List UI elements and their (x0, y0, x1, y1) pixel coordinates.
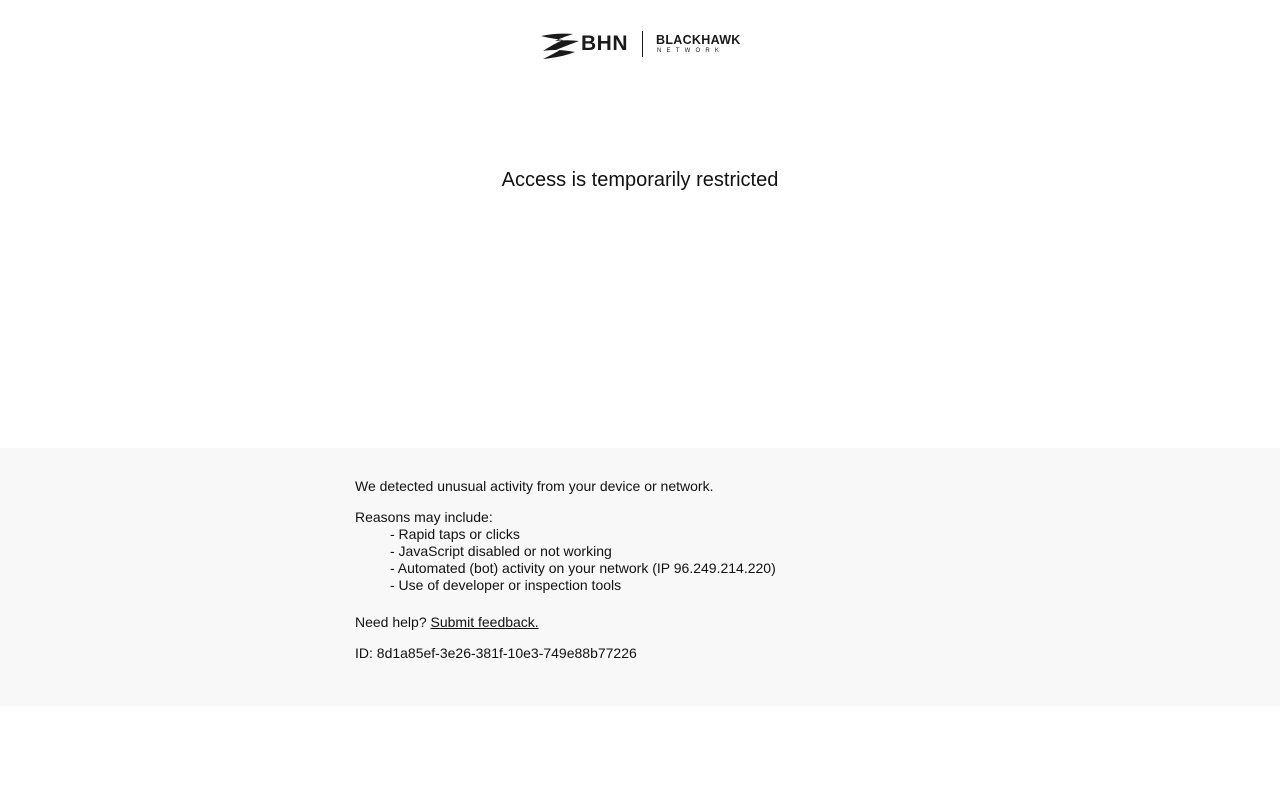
bird-icon (541, 33, 579, 59)
page-title: Access is temporarily restricted (501, 169, 779, 191)
reason-item: - Use of developer or inspection tools (390, 577, 622, 593)
reasons-list: - Rapid taps or clicks - JavaScript disa… (355, 526, 955, 594)
request-id: ID: 8d1a85ef-3e26-381f-10e3-749e88b77226 (355, 645, 637, 661)
logo-blackhawk-text: BLACKHAWK (656, 33, 741, 47)
submit-feedback-link[interactable]: Submit feedback. (431, 614, 539, 630)
reason-item: - Automated (bot) activity on your netwo… (390, 560, 776, 576)
logo-divider (642, 31, 643, 57)
logo-network-text: NETWORK (657, 48, 725, 54)
detected-message: We detected unusual activity from your d… (355, 478, 714, 494)
help-line: Need help? Submit feedback. (355, 614, 955, 631)
page-header: BHN BLACKHAWK NETWORK (0, 0, 1280, 90)
bhn-blackhawk-logo: BHN BLACKHAWK NETWORK (539, 28, 743, 60)
info-content: We detected unusual activity from your d… (355, 478, 955, 662)
reason-item: - Rapid taps or clicks (390, 526, 520, 542)
logo-bhn-text: BHN (581, 32, 628, 55)
info-panel: We detected unusual activity from your d… (0, 448, 1280, 706)
reasons-heading: Reasons may include: (355, 509, 493, 525)
help-prefix: Need help? (355, 614, 427, 630)
reason-item: - JavaScript disabled or not working (390, 543, 612, 559)
